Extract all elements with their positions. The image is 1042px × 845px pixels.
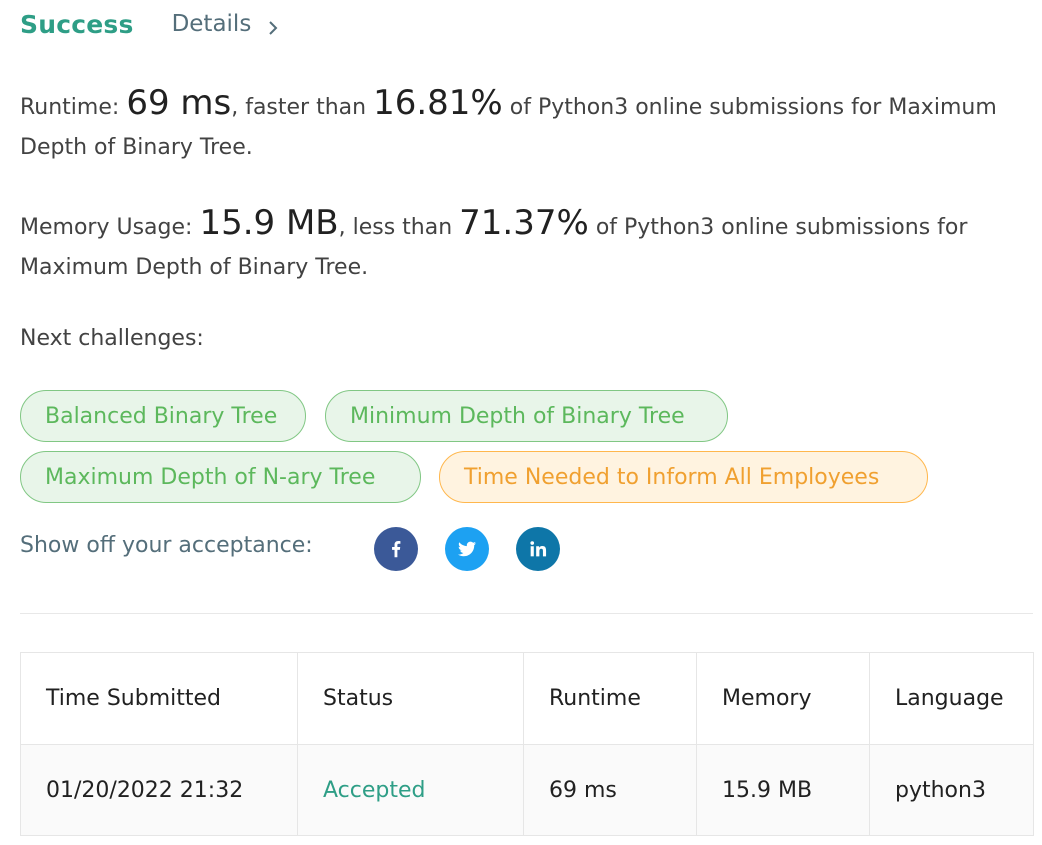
cell-memory: 15.9 MB <box>697 745 870 835</box>
details-link[interactable]: Details <box>172 11 282 37</box>
section-divider <box>20 613 1033 614</box>
details-label: Details <box>171 11 252 37</box>
column-header-runtime: Runtime <box>524 653 697 744</box>
runtime-comparator: , faster than <box>231 95 367 120</box>
submissions-table: Time Submitted Status Runtime Memory Lan… <box>20 652 1034 836</box>
linkedin-icon[interactable] <box>516 527 560 571</box>
chevron-right-icon <box>265 16 281 35</box>
memory-stat: Memory Usage: 15.9 MB, less than 71.37% … <box>20 203 1025 288</box>
runtime-value: 69 ms <box>126 83 232 123</box>
column-header-memory: Memory <box>697 653 870 744</box>
memory-comparator: , less than <box>338 215 453 240</box>
challenge-chip-balanced-binary-tree[interactable]: Balanced Binary Tree <box>20 390 306 442</box>
column-header-time-submitted: Time Submitted <box>21 653 298 744</box>
table-header-row: Time Submitted Status Runtime Memory Lan… <box>21 653 1033 744</box>
memory-label: Memory Usage: <box>20 215 193 240</box>
column-header-language: Language <box>895 686 1004 711</box>
cell-runtime: 69 ms <box>524 745 697 835</box>
challenge-chip-time-needed-to-inform-all-employees[interactable]: Time Needed to Inform All Employees <box>439 451 928 503</box>
share-label: Show off your acceptance: <box>20 533 313 558</box>
next-challenges-label: Next challenges: <box>20 326 204 351</box>
facebook-icon[interactable] <box>374 527 418 571</box>
result-status-title: Success <box>20 9 134 39</box>
runtime-percent: 16.81% <box>373 83 503 123</box>
result-header: Success Details <box>20 5 281 43</box>
cell-time-submitted: 01/20/2022 21:32 <box>21 745 298 835</box>
cell-status: Accepted <box>298 745 524 835</box>
twitter-icon[interactable] <box>445 527 489 571</box>
table-row: 01/20/2022 21:32 Accepted 69 ms 15.9 MB … <box>21 744 1033 835</box>
column-header-status: Status <box>298 653 524 744</box>
cell-language: python3 <box>895 777 986 803</box>
memory-value: 15.9 MB <box>199 203 339 243</box>
challenge-chip-maximum-depth-of-n-ary-tree[interactable]: Maximum Depth of N-ary Tree <box>20 451 421 503</box>
memory-percent: 71.37% <box>459 203 589 243</box>
accepted-status-link[interactable]: Accepted <box>323 778 425 803</box>
runtime-stat: Runtime: 69 ms, faster than 16.81% of Py… <box>20 83 1025 168</box>
challenge-chip-minimum-depth-of-binary-tree[interactable]: Minimum Depth of Binary Tree <box>325 390 728 442</box>
runtime-label: Runtime: <box>20 95 120 120</box>
